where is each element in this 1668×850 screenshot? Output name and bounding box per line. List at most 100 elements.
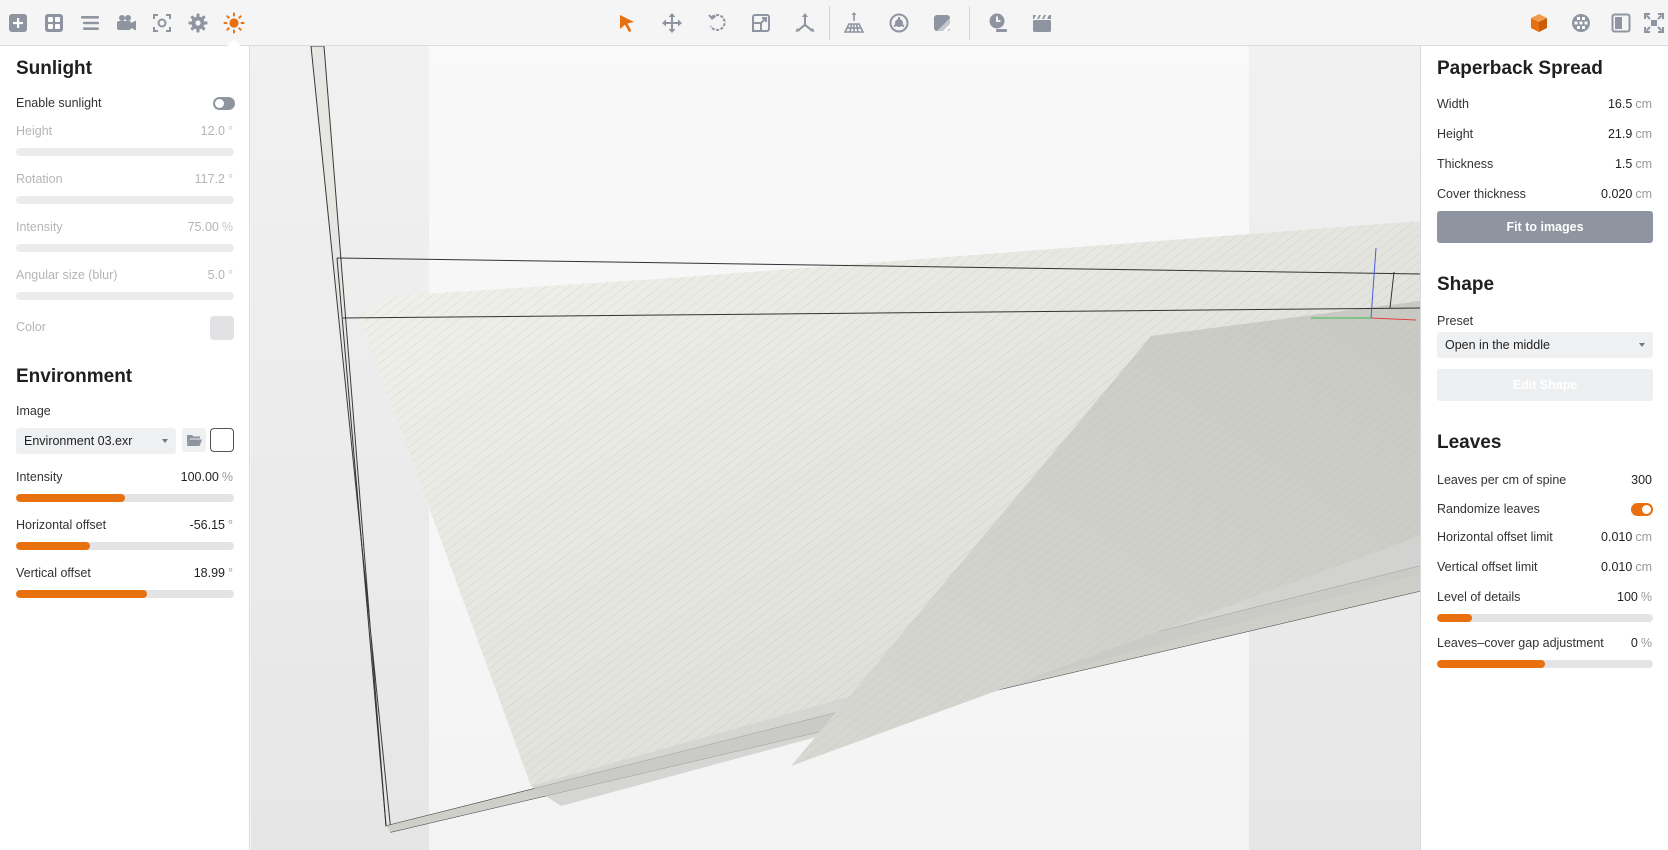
sphere-grid-icon xyxy=(1572,14,1590,32)
sun-intensity-label: Intensity xyxy=(16,220,63,234)
texture-icon xyxy=(934,15,950,31)
level-of-details-slider[interactable] xyxy=(1437,614,1653,622)
render-button[interactable] xyxy=(1027,8,1057,38)
clock-icon xyxy=(989,13,1007,32)
cube-icon xyxy=(1531,14,1547,32)
frame-icon xyxy=(1611,13,1631,33)
v-offset-slider-fill xyxy=(16,590,147,598)
sun-intensity-slider[interactable] xyxy=(16,244,234,252)
sun-rotation-slider[interactable] xyxy=(16,196,234,204)
edit-shape-button[interactable]: Edit Shape xyxy=(1437,369,1653,401)
floor-button[interactable] xyxy=(839,8,869,38)
cover-thickness-label: Cover thickness xyxy=(1437,187,1526,201)
select-arrow-icon xyxy=(620,15,634,32)
right-properties-panel: Paperback Spread Width 16.5 cm Height 21.… xyxy=(1420,46,1668,850)
width-label: Width xyxy=(1437,97,1469,111)
object-properties-button[interactable] xyxy=(1524,8,1554,38)
env-intensity-slider-fill xyxy=(16,494,125,502)
enable-sunlight-label: Enable sunlight xyxy=(16,96,102,110)
h-offset-label: Horizontal offset xyxy=(16,518,107,532)
randomize-leaves-toggle[interactable] xyxy=(1631,503,1653,516)
camera-icon xyxy=(117,15,136,31)
add-icon xyxy=(9,14,27,32)
3d-viewport[interactable] xyxy=(251,46,1420,850)
v-offset-label: Vertical offset xyxy=(16,566,91,580)
leaves-per-cm-value[interactable]: 300 xyxy=(1631,473,1652,487)
sun-color-label: Color xyxy=(16,320,46,334)
leaves-section-title: Leaves xyxy=(1437,432,1502,453)
sun-height-value[interactable]: 12.0 ° xyxy=(201,124,233,138)
select-tool-button[interactable] xyxy=(612,8,642,38)
settings-button[interactable] xyxy=(183,8,213,38)
h-offset-limit-value[interactable]: 0.010 cm xyxy=(1601,530,1652,544)
toolbar-separator xyxy=(969,6,970,40)
sunlight-button[interactable] xyxy=(219,8,249,46)
shape-preset-select[interactable]: Open in the middle xyxy=(1437,332,1653,358)
env-intensity-slider[interactable] xyxy=(16,494,234,502)
fullscreen-button[interactable] xyxy=(1639,8,1668,38)
v-offset-limit-label: Vertical offset limit xyxy=(1437,560,1538,574)
move-tool-button[interactable] xyxy=(657,8,687,38)
angular-size-label: Angular size (blur) xyxy=(16,268,118,282)
h-offset-value[interactable]: -56.15 ° xyxy=(190,518,233,532)
sun-rotation-value[interactable]: 117.2 ° xyxy=(195,172,233,186)
clapper-icon xyxy=(1033,15,1051,32)
active-tab-indicator xyxy=(227,39,241,46)
width-value[interactable]: 16.5 cm xyxy=(1608,97,1652,111)
sun-intensity-value[interactable]: 75.00% xyxy=(188,220,233,234)
outliner-button[interactable] xyxy=(75,8,105,38)
enable-sunlight-toggle[interactable] xyxy=(213,97,235,110)
cover-thickness-value[interactable]: 0.020 cm xyxy=(1601,187,1652,201)
level-of-details-value[interactable]: 100% xyxy=(1617,590,1652,604)
spread-section-title: Paperback Spread xyxy=(1437,58,1603,79)
environment-preview-swatch[interactable] xyxy=(210,428,234,452)
frame-button[interactable] xyxy=(1606,8,1636,38)
material-button[interactable] xyxy=(884,8,914,38)
scale-tool-button[interactable] xyxy=(746,8,776,38)
top-toolbar xyxy=(0,0,1668,46)
settings-icon xyxy=(188,13,208,33)
randomize-leaves-label: Randomize leaves xyxy=(1437,502,1540,516)
texture-button[interactable] xyxy=(927,8,957,38)
height-label: Height xyxy=(1437,127,1474,141)
rotate-icon xyxy=(708,14,726,31)
v-offset-limit-value[interactable]: 0.010 cm xyxy=(1601,560,1652,574)
v-offset-slider[interactable] xyxy=(16,590,234,598)
thickness-label: Thickness xyxy=(1437,157,1494,171)
toolbar-separator xyxy=(829,6,830,40)
chevron-down-icon xyxy=(162,439,168,443)
h-offset-slider[interactable] xyxy=(16,542,234,550)
animation-timeline-button[interactable] xyxy=(983,8,1013,38)
fit-to-images-button[interactable]: Fit to images xyxy=(1437,211,1653,243)
gap-adjustment-label: Leaves–cover gap adjustment xyxy=(1437,636,1604,650)
move-icon xyxy=(662,13,682,33)
sun-icon xyxy=(223,12,245,34)
browse-image-button[interactable] xyxy=(182,428,206,452)
env-intensity-value[interactable]: 100.00% xyxy=(181,470,233,484)
list-icon xyxy=(81,16,99,30)
gap-adjustment-slider[interactable] xyxy=(1437,660,1653,668)
height-value[interactable]: 21.9 cm xyxy=(1608,127,1652,141)
angular-size-value[interactable]: 5.0 ° xyxy=(208,268,233,282)
environment-button[interactable] xyxy=(1566,8,1596,38)
folder-open-icon xyxy=(187,435,202,446)
layout-button[interactable] xyxy=(39,8,69,38)
focus-button[interactable] xyxy=(147,8,177,38)
h-offset-slider-fill xyxy=(16,542,91,550)
thickness-value[interactable]: 1.5 cm xyxy=(1615,157,1652,171)
level-of-details-label: Level of details xyxy=(1437,590,1521,604)
sun-height-slider[interactable] xyxy=(16,148,234,156)
floor-icon xyxy=(843,12,865,33)
v-offset-value[interactable]: 18.99 ° xyxy=(194,566,233,580)
gap-adjustment-value[interactable]: 0% xyxy=(1631,636,1652,650)
angular-size-slider[interactable] xyxy=(16,292,234,300)
sun-color-swatch[interactable] xyxy=(210,316,234,340)
transform-axes-button[interactable] xyxy=(790,8,820,38)
fullscreen-icon xyxy=(1644,13,1664,33)
axes-icon xyxy=(795,13,815,32)
rotate-tool-button[interactable] xyxy=(702,8,732,38)
environment-image-select[interactable]: Environment 03.exr xyxy=(16,428,176,454)
h-offset-limit-label: Horizontal offset limit xyxy=(1437,530,1553,544)
camera-button[interactable] xyxy=(111,8,141,38)
add-object-button[interactable] xyxy=(3,8,33,38)
